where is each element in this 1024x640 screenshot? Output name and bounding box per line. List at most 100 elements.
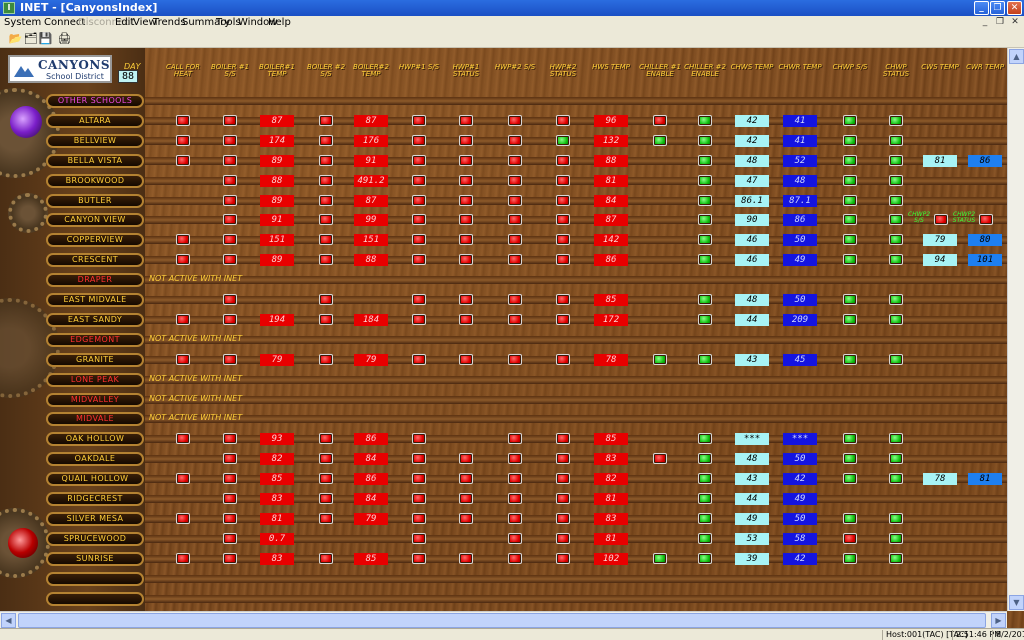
status-indicator-boiler1-ss[interactable] bbox=[223, 155, 237, 166]
school-button-lone-peak[interactable]: LONE PEAK bbox=[46, 373, 144, 387]
status-indicator-boiler2-ss[interactable] bbox=[319, 493, 333, 504]
school-button-bella-vista[interactable]: BELLA VISTA bbox=[46, 154, 144, 168]
status-indicator-boiler1-ss[interactable] bbox=[223, 354, 237, 365]
status-indicator-boiler2-ss[interactable] bbox=[319, 155, 333, 166]
status-indicator-boiler1-ss[interactable] bbox=[223, 294, 237, 305]
status-indicator-hwp1-ss[interactable] bbox=[412, 115, 426, 126]
school-button-east-midvale[interactable]: EAST MIDVALE bbox=[46, 293, 144, 307]
mdi-close-button[interactable]: ✕ bbox=[1008, 16, 1022, 28]
school-button-quail-hollow[interactable]: QUAIL HOLLOW bbox=[46, 472, 144, 486]
status-indicator-chwp-status[interactable] bbox=[889, 533, 903, 544]
status-indicator-call-for-heat[interactable] bbox=[176, 234, 190, 245]
status-indicator[interactable] bbox=[979, 214, 993, 225]
status-indicator-chiller2-enable[interactable] bbox=[698, 294, 712, 305]
status-indicator-chwp-status[interactable] bbox=[889, 453, 903, 464]
school-button-silver-mesa[interactable]: SILVER MESA bbox=[46, 512, 144, 526]
status-indicator-chiller2-enable[interactable] bbox=[698, 533, 712, 544]
menu-edit[interactable]: Edit bbox=[115, 16, 134, 29]
status-indicator-chwp-status[interactable] bbox=[889, 553, 903, 564]
status-indicator-boiler2-ss[interactable] bbox=[319, 115, 333, 126]
school-button-ridgecrest[interactable]: RIDGECREST bbox=[46, 492, 144, 506]
vertical-scrollbar[interactable]: ▲ ▼ bbox=[1007, 48, 1024, 611]
status-indicator-chwp-status[interactable] bbox=[889, 175, 903, 186]
status-indicator-call-for-heat[interactable] bbox=[176, 553, 190, 564]
status-indicator-hwp1-status[interactable] bbox=[459, 493, 473, 504]
school-button-draper[interactable]: DRAPER bbox=[46, 273, 144, 287]
status-indicator-call-for-heat[interactable] bbox=[176, 433, 190, 444]
status-indicator-call-for-heat[interactable] bbox=[176, 135, 190, 146]
status-indicator-boiler1-ss[interactable] bbox=[223, 195, 237, 206]
status-indicator-call-for-heat[interactable] bbox=[176, 314, 190, 325]
status-indicator-chwp-ss[interactable] bbox=[843, 314, 857, 325]
status-indicator-chwp-status[interactable] bbox=[889, 473, 903, 484]
status-indicator-chwp-ss[interactable] bbox=[843, 513, 857, 524]
status-indicator-hwp2-status[interactable] bbox=[556, 135, 570, 146]
status-indicator-boiler1-ss[interactable] bbox=[223, 314, 237, 325]
status-indicator-chwp-ss[interactable] bbox=[843, 195, 857, 206]
school-button-altara[interactable]: ALTARA bbox=[46, 114, 144, 128]
scroll-down-icon[interactable]: ▼ bbox=[1009, 595, 1024, 610]
status-indicator-boiler2-ss[interactable] bbox=[319, 354, 333, 365]
status-indicator-hwp1-status[interactable] bbox=[459, 453, 473, 464]
status-indicator-chwp-status[interactable] bbox=[889, 513, 903, 524]
folder-open-icon[interactable]: 📂 bbox=[8, 31, 23, 46]
school-button-brookwood[interactable]: BROOKWOOD bbox=[46, 174, 144, 188]
status-indicator-chwp-ss[interactable] bbox=[843, 453, 857, 464]
status-indicator-hwp1-ss[interactable] bbox=[412, 254, 426, 265]
status-indicator-boiler2-ss[interactable] bbox=[319, 513, 333, 524]
mdi-minimize-button[interactable]: _ bbox=[978, 16, 992, 28]
status-indicator-chiller2-enable[interactable] bbox=[698, 135, 712, 146]
status-indicator-hwp2-ss[interactable] bbox=[508, 493, 522, 504]
status-indicator-hwp2-status[interactable] bbox=[556, 195, 570, 206]
mdi-restore-button[interactable]: ❐ bbox=[993, 16, 1007, 28]
status-indicator-chiller2-enable[interactable] bbox=[698, 513, 712, 524]
status-indicator-hwp1-ss[interactable] bbox=[412, 135, 426, 146]
minimize-button[interactable]: _ bbox=[974, 1, 989, 15]
status-indicator-hwp1-ss[interactable] bbox=[412, 195, 426, 206]
status-indicator-chiller2-enable[interactable] bbox=[698, 553, 712, 564]
status-indicator-hwp1-ss[interactable] bbox=[412, 214, 426, 225]
status-indicator-boiler1-ss[interactable] bbox=[223, 214, 237, 225]
status-indicator-hwp1-status[interactable] bbox=[459, 155, 473, 166]
status-indicator-hwp1-status[interactable] bbox=[459, 214, 473, 225]
menu-trends[interactable]: Trends bbox=[153, 16, 186, 29]
status-indicator-hwp1-status[interactable] bbox=[459, 294, 473, 305]
status-indicator-hwp2-ss[interactable] bbox=[508, 354, 522, 365]
status-indicator-call-for-heat[interactable] bbox=[176, 254, 190, 265]
status-indicator-hwp1-ss[interactable] bbox=[412, 553, 426, 564]
status-indicator-boiler2-ss[interactable] bbox=[319, 433, 333, 444]
status-indicator-hwp1-ss[interactable] bbox=[412, 155, 426, 166]
status-indicator-chwp-ss[interactable] bbox=[843, 115, 857, 126]
status-indicator-boiler1-ss[interactable] bbox=[223, 493, 237, 504]
status-indicator-hwp1-status[interactable] bbox=[459, 513, 473, 524]
status-indicator-chiller1-enable[interactable] bbox=[653, 453, 667, 464]
status-indicator[interactable] bbox=[934, 214, 948, 225]
status-indicator-boiler2-ss[interactable] bbox=[319, 314, 333, 325]
status-indicator-hwp1-ss[interactable] bbox=[412, 473, 426, 484]
status-indicator-call-for-heat[interactable] bbox=[176, 115, 190, 126]
status-indicator-hwp1-ss[interactable] bbox=[412, 354, 426, 365]
status-indicator-boiler1-ss[interactable] bbox=[223, 533, 237, 544]
status-indicator-chwp-ss[interactable] bbox=[843, 294, 857, 305]
status-indicator-chwp-status[interactable] bbox=[889, 294, 903, 305]
status-indicator-hwp1-status[interactable] bbox=[459, 254, 473, 265]
close-button[interactable]: ✕ bbox=[1007, 1, 1022, 15]
status-indicator-boiler1-ss[interactable] bbox=[223, 433, 237, 444]
status-indicator-boiler2-ss[interactable] bbox=[319, 254, 333, 265]
status-indicator-boiler2-ss[interactable] bbox=[319, 195, 333, 206]
status-indicator-hwp2-status[interactable] bbox=[556, 354, 570, 365]
status-indicator-chiller1-enable[interactable] bbox=[653, 115, 667, 126]
status-indicator-hwp2-ss[interactable] bbox=[508, 473, 522, 484]
status-indicator-boiler1-ss[interactable] bbox=[223, 115, 237, 126]
status-indicator-hwp2-status[interactable] bbox=[556, 314, 570, 325]
status-indicator-hwp1-status[interactable] bbox=[459, 553, 473, 564]
status-indicator-call-for-heat[interactable] bbox=[176, 473, 190, 484]
status-indicator-hwp1-status[interactable] bbox=[459, 115, 473, 126]
print-user-icon[interactable]: 🖨 bbox=[57, 31, 72, 46]
status-indicator-boiler2-ss[interactable] bbox=[319, 135, 333, 146]
status-indicator-hwp2-ss[interactable] bbox=[508, 195, 522, 206]
status-indicator-hwp1-status[interactable] bbox=[459, 175, 473, 186]
status-indicator-chiller2-enable[interactable] bbox=[698, 354, 712, 365]
status-indicator-chwp-ss[interactable] bbox=[843, 214, 857, 225]
status-indicator-chiller2-enable[interactable] bbox=[698, 155, 712, 166]
